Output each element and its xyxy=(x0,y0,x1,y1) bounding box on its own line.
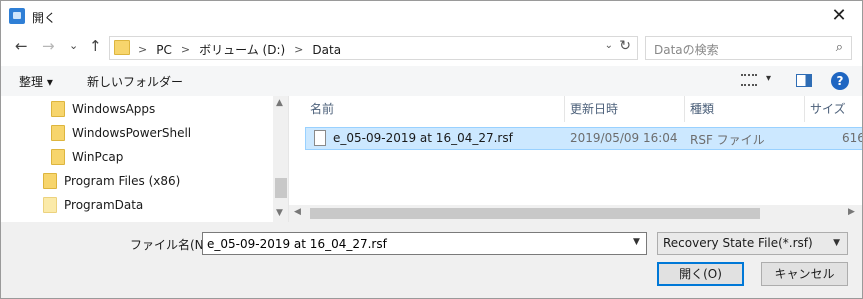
tree-item-windowspowershell[interactable]: WindowsPowerShell xyxy=(51,122,191,144)
back-icon[interactable]: ← xyxy=(15,37,28,55)
scroll-left-icon[interactable]: ◀ xyxy=(294,207,301,217)
chevron-down-icon: ▼ xyxy=(833,238,840,248)
file-type-value: Recovery State File(*.rsf) xyxy=(663,236,813,250)
breadcrumb-pc[interactable]: PC xyxy=(156,43,172,57)
view-options-icon[interactable] xyxy=(741,74,757,86)
chevron-down-icon[interactable]: ⌄ xyxy=(605,40,613,51)
tree-item-label: ProgramData xyxy=(64,198,144,212)
filename-label: ファイル名(N): xyxy=(130,238,213,252)
close-button[interactable]: ✕ xyxy=(816,1,862,31)
tree-item-program-files-x86[interactable]: Program Files (x86) xyxy=(43,170,180,192)
column-header-type[interactable]: 種類 xyxy=(685,96,805,122)
search-icon[interactable]: ⌕ xyxy=(836,40,843,55)
scroll-right-icon[interactable]: ▶ xyxy=(848,207,855,217)
view-dropdown-icon[interactable]: ▾ xyxy=(766,73,771,84)
refresh-icon[interactable]: ↻ xyxy=(619,38,631,54)
tree-scrollbar[interactable]: ▲ ▼ xyxy=(273,96,288,222)
chevron-down-icon[interactable]: ▼ xyxy=(633,237,640,247)
preview-pane-icon[interactable] xyxy=(796,74,812,87)
scrollbar-thumb[interactable] xyxy=(275,178,287,198)
file-row[interactable]: e_05-09-2019 at 16_04_27.rsf 2019/05/09 … xyxy=(305,127,863,150)
dialog-footer: ファイル名(N): ▼ Recovery State File(*.rsf) ▼… xyxy=(0,222,863,299)
navigation-tree: WindowsApps WindowsPowerShell WinPcap Pr… xyxy=(0,96,289,222)
column-header-name[interactable]: 名前 xyxy=(305,96,565,122)
breadcrumb-separator[interactable]: > xyxy=(181,43,190,56)
file-type: RSF ファイル xyxy=(690,133,765,147)
breadcrumb-data[interactable]: Data xyxy=(312,43,341,57)
file-modified: 2019/05/09 16:04 xyxy=(570,131,678,145)
scroll-up-icon[interactable]: ▲ xyxy=(276,98,283,108)
folder-icon xyxy=(43,173,57,189)
open-button[interactable]: 開く(O) xyxy=(657,262,744,286)
folder-icon xyxy=(51,101,65,117)
tree-item-label: WinPcap xyxy=(72,150,124,164)
tree-item-label: WindowsPowerShell xyxy=(72,126,192,140)
file-size: 616 xyxy=(842,131,863,145)
folder-icon xyxy=(51,149,65,165)
file-icon xyxy=(314,130,326,146)
search-input[interactable]: Dataの検索 ⌕ xyxy=(645,36,852,60)
help-icon[interactable]: ? xyxy=(831,72,849,90)
organize-button[interactable]: 整理 ▾ xyxy=(19,73,53,90)
cancel-button[interactable]: キャンセル xyxy=(761,262,848,286)
folder-icon xyxy=(43,197,57,213)
breadcrumb-separator: > xyxy=(138,43,148,56)
breadcrumb: > PC > ボリューム (D:) > Data xyxy=(138,41,341,58)
scrollbar-thumb[interactable] xyxy=(310,208,760,219)
column-header-modified[interactable]: 更新日時 xyxy=(565,96,685,122)
folder-icon xyxy=(51,125,65,141)
tree-item-label: Program Files (x86) xyxy=(64,174,181,188)
folder-icon xyxy=(114,40,130,55)
dialog-icon xyxy=(9,8,25,24)
address-bar[interactable]: > PC > ボリューム (D:) > Data ⌄ ↻ xyxy=(109,36,638,60)
file-list-scrollbar[interactable]: ◀ ▶ xyxy=(289,205,862,222)
tree-item-label: WindowsApps xyxy=(72,102,156,116)
recent-locations-icon[interactable]: ⌄ xyxy=(69,39,78,52)
column-header-size[interactable]: サイズ xyxy=(805,96,862,122)
scroll-down-icon[interactable]: ▼ xyxy=(276,208,283,218)
file-name: e_05-09-2019 at 16_04_27.rsf xyxy=(333,131,513,145)
window-title: 開く xyxy=(32,11,57,25)
tree-item-programdata[interactable]: ProgramData xyxy=(43,194,143,216)
command-bar: 整理 ▾ 新しいフォルダー ▾ ? xyxy=(0,66,863,96)
forward-icon[interactable]: → xyxy=(42,37,55,55)
new-folder-button[interactable]: 新しいフォルダー xyxy=(87,73,183,90)
search-placeholder: Dataの検索 xyxy=(654,43,719,57)
filename-field[interactable] xyxy=(202,232,647,255)
breadcrumb-volume[interactable]: ボリューム (D:) xyxy=(199,41,285,58)
navigation-bar: ← → ⌄ ↑ > PC > ボリューム (D:) > Data ⌄ ↻ Dat… xyxy=(0,31,863,66)
file-list: ^ 名前 更新日時 種類 サイズ e_05-09-2019 at 16_04_2… xyxy=(289,96,863,222)
breadcrumb-separator[interactable]: > xyxy=(294,43,303,56)
title-bar: 開く ✕ xyxy=(0,0,863,31)
up-folder-icon[interactable]: ↑ xyxy=(89,37,102,55)
tree-item-winpcap[interactable]: WinPcap xyxy=(51,146,123,168)
file-type-select[interactable]: Recovery State File(*.rsf) ▼ xyxy=(657,232,848,255)
tree-item-windowsapps[interactable]: WindowsApps xyxy=(51,98,155,120)
